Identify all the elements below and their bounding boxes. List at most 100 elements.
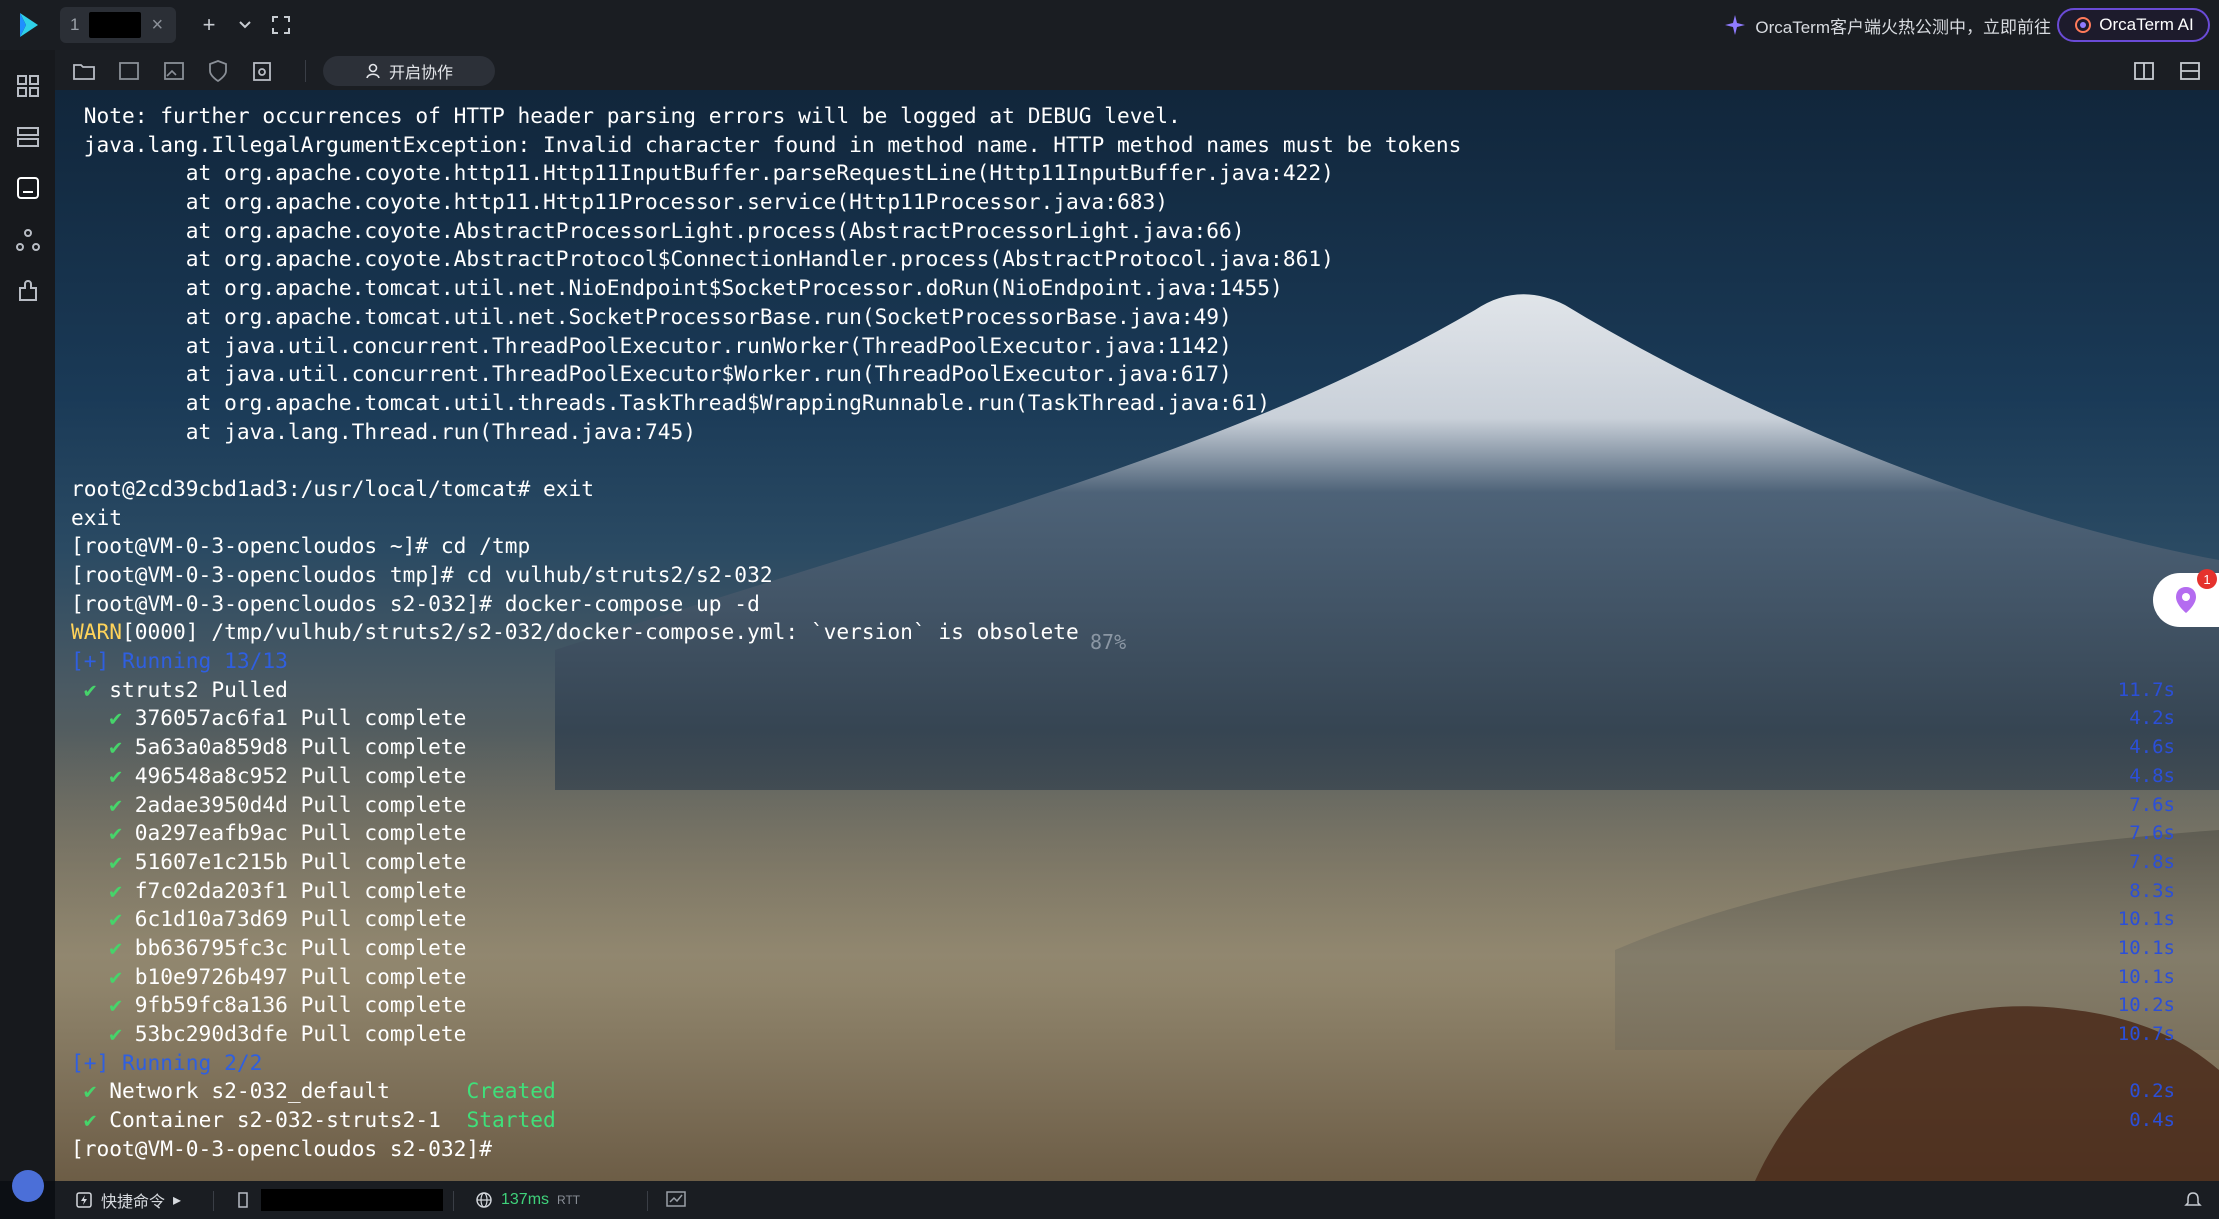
- orcaterm-ai-button[interactable]: OrcaTerm AI: [2057, 8, 2210, 42]
- notification-badge: 1: [2197, 569, 2217, 589]
- check-icon: ✔: [71, 877, 135, 903]
- layer-line: ✔ b10e9726b497 Pull complete: [71, 963, 1461, 992]
- line-text: at java.util.concurrent.ThreadPoolExecut…: [71, 332, 1232, 358]
- user-avatar[interactable]: [12, 1170, 44, 1202]
- shield-icon[interactable]: [205, 58, 231, 84]
- promo-banner[interactable]: OrcaTerm客户端火热公测中，立即前往: [1723, 12, 2051, 38]
- check-icon: ✔: [71, 906, 135, 932]
- progress-percent: 87%: [1090, 630, 1127, 654]
- add-tab-icon[interactable]: +: [196, 12, 222, 38]
- terminal-line: at org.apache.coyote.http11.Http11Proces…: [71, 188, 1461, 217]
- duration-value: 4.8s: [2129, 764, 2175, 787]
- chevron-down-icon[interactable]: [232, 12, 258, 38]
- layer-line: ✔ 2adae3950d4d Pull complete: [71, 791, 1461, 820]
- rtt-label: RTT: [557, 1193, 581, 1207]
- network-icon[interactable]: [14, 226, 42, 254]
- duration-spacer: [2118, 532, 2175, 561]
- title-bar: 1 × + OrcaTerm客户端火热公测中，立即前往 OrcaTerm AI: [0, 0, 2219, 50]
- duration-spacer: [2118, 159, 2175, 188]
- bell-icon[interactable]: [2183, 1190, 2203, 1210]
- clipboard-record-icon[interactable]: [249, 58, 275, 84]
- line-text: [root@VM-0-3-opencloudos ~]# cd /tmp: [71, 533, 531, 559]
- duration-value: 10.7s: [2117, 1023, 2175, 1045]
- tab-number: 1: [70, 15, 80, 34]
- running-status-line: [+] Running 13/13: [71, 647, 1461, 676]
- check-icon: ✔: [71, 934, 135, 960]
- server-list-icon[interactable]: [14, 123, 42, 151]
- check-icon: ✔: [71, 791, 135, 817]
- user-add-icon: [366, 63, 380, 79]
- terminal-tab[interactable]: 1 ×: [60, 7, 176, 43]
- location-pin-icon: [2176, 587, 2196, 613]
- layer-text: b10e9726b497 Pull complete: [134, 963, 467, 989]
- duration-value: 7.6s: [2129, 822, 2175, 845]
- resource-line: ✔ Network s2-032_default Created: [71, 1077, 1461, 1106]
- layer-text: 376057ac6fa1 Pull complete: [134, 705, 467, 731]
- tab-title-redacted: [89, 12, 142, 38]
- terminal-line: [root@VM-0-3-opencloudos s2-032]# docker…: [71, 590, 1461, 619]
- app-logo-icon: [20, 13, 38, 37]
- line-text: at java.util.concurrent.ThreadPoolExecut…: [71, 361, 1232, 387]
- line-text: at org.apache.tomcat.util.threads.TaskTh…: [71, 389, 1271, 415]
- line-text: at org.apache.coyote.AbstractProtocol$Co…: [71, 246, 1334, 272]
- terminal-output[interactable]: Note: further occurrences of HTTP header…: [55, 90, 2219, 1181]
- check-icon: ✔: [71, 705, 135, 731]
- assistant-float-button[interactable]: 1: [2153, 569, 2219, 627]
- promo-text: OrcaTerm客户端火热公测中，立即前往: [1755, 17, 2051, 37]
- plugin-icon[interactable]: [14, 278, 42, 306]
- line-text: at org.apache.coyote.http11.Http11InputB…: [71, 160, 1334, 186]
- layer-text: 5a63a0a859d8 Pull complete: [134, 734, 467, 760]
- ai-button-label: OrcaTerm AI: [2099, 15, 2194, 34]
- terminal-icon[interactable]: [14, 174, 42, 202]
- terminal-line: java.lang.IllegalArgumentException: Inva…: [71, 131, 1462, 160]
- quick-commands-button[interactable]: 快捷命令 ▸: [75, 1181, 181, 1219]
- duration-spacer: [2118, 131, 2175, 160]
- duration-value: 10.1s: [2117, 908, 2175, 931]
- layer-line: ✔ 5a63a0a859d8 Pull complete: [71, 733, 1461, 762]
- duration-value: 0.4s: [2129, 1109, 2175, 1132]
- resource-name: ✔ Container s2-032-struts2-1: [83, 1107, 441, 1133]
- fullscreen-icon[interactable]: [268, 12, 294, 38]
- layer-line: ✔ f7c02da203f1 Pull complete: [71, 877, 1461, 906]
- duration-value: 4.2s: [2129, 707, 2175, 730]
- host-info[interactable]: [237, 1181, 443, 1219]
- latency-indicator[interactable]: 137ms RTT: [475, 1181, 580, 1219]
- duration-value: 10.1s: [2117, 965, 2175, 988]
- monitor-chart-icon[interactable]: [665, 1190, 687, 1210]
- resource-line: ✔ Container s2-032-struts2-1 Started: [71, 1106, 1461, 1135]
- file-transfer-icon[interactable]: [116, 58, 142, 84]
- check-icon: ✔: [71, 734, 135, 760]
- terminal-toolbar: 开启协作: [55, 50, 2219, 90]
- line-text: at org.apache.coyote.http11.Http11Proces…: [71, 189, 1169, 215]
- line-text: Note: further occurrences of HTTP header…: [71, 103, 1181, 128]
- layer-line: ✔ bb636795fc3c Pull complete: [71, 934, 1461, 963]
- line-text: java.lang.IllegalArgumentException: Inva…: [71, 131, 1462, 157]
- split-horizontal-icon[interactable]: [2177, 58, 2203, 84]
- sparkle-icon: [1725, 15, 1746, 35]
- line-text: [root@VM-0-3-opencloudos tmp]# cd vulhub…: [71, 562, 773, 587]
- resource-status: Created: [466, 1078, 556, 1104]
- close-icon[interactable]: ×: [151, 15, 163, 35]
- duration-value: 11.7s: [2117, 678, 2175, 701]
- layer-text: f7c02da203f1 Pull complete: [134, 877, 467, 903]
- layer-text: 53bc290d3dfe Pull complete: [134, 1021, 467, 1046]
- layer-text: 6c1d10a73d69 Pull complete: [134, 906, 467, 932]
- duration-spacer: [2118, 418, 2175, 447]
- terminal-line: [root@VM-0-3-opencloudos tmp]# cd vulhub…: [71, 561, 1461, 590]
- duration-spacer: [2118, 332, 2175, 361]
- split-vertical-icon[interactable]: [2131, 58, 2157, 84]
- resource-status: Started: [466, 1107, 556, 1133]
- terminal-line: [root@VM-0-3-opencloudos ~]# cd /tmp: [71, 532, 1461, 561]
- sftp-icon[interactable]: [71, 58, 97, 84]
- globe-icon: [476, 1192, 492, 1208]
- terminal-line: at java.lang.Thread.run(Thread.java:745): [71, 418, 1461, 447]
- duration-spacer: [2118, 303, 2175, 332]
- layer-line: ✔ 376057ac6fa1 Pull complete: [71, 704, 1461, 733]
- dashboard-icon[interactable]: [14, 72, 42, 100]
- line-text: at java.lang.Thread.run(Thread.java:745): [71, 418, 697, 444]
- latency-value: 137ms: [501, 1191, 550, 1208]
- resource-name: ✔ Network s2-032_default: [83, 1078, 390, 1104]
- image-icon[interactable]: [161, 58, 187, 84]
- collaboration-button[interactable]: 开启协作: [323, 56, 495, 86]
